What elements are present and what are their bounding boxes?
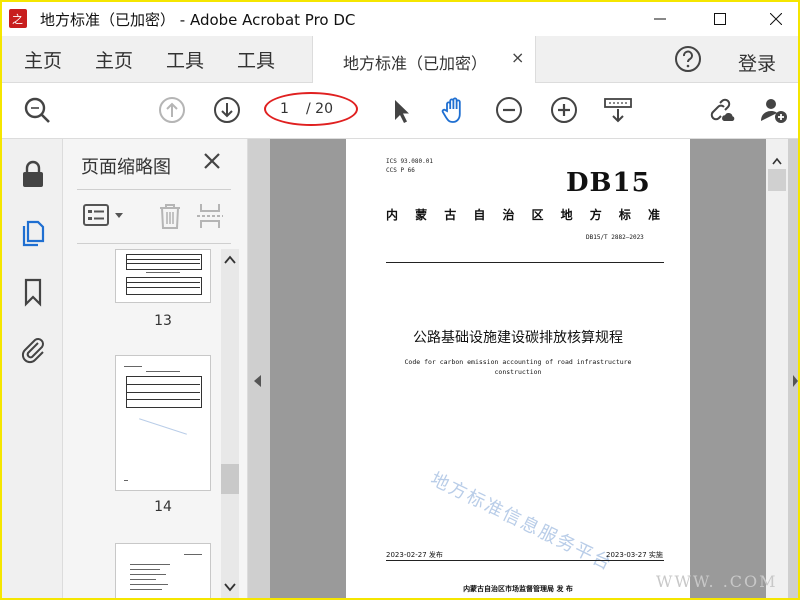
svg-text:之: 之	[12, 12, 23, 26]
select-cursor-icon[interactable]	[386, 95, 416, 125]
share-link-icon[interactable]	[706, 95, 736, 125]
panel-title: 页面缩略图	[81, 157, 171, 178]
scroll-up-icon[interactable]	[224, 255, 236, 265]
thumbnail-line	[126, 384, 200, 385]
add-user-icon[interactable]	[759, 95, 789, 125]
thumbnail-line	[126, 399, 200, 400]
document-tab-close-button[interactable]: ×	[511, 48, 524, 67]
expand-panel-arrow[interactable]	[793, 375, 798, 387]
ics-line: ICS 93.080.01	[386, 158, 433, 165]
thumbnail-line	[126, 259, 200, 260]
effective-date: 2023-03-27 实施	[606, 551, 663, 559]
thumbnail-line	[146, 371, 180, 372]
thumbnail-line	[130, 589, 162, 590]
zoom-in-icon[interactable]	[549, 95, 579, 125]
app-window: 之 地方标准（已加密） - Adobe Acrobat Pro DC 主页 主页…	[0, 0, 800, 600]
thumbnail-line	[126, 287, 200, 288]
login-button[interactable]: 登录	[738, 49, 776, 76]
hand-tool-icon[interactable]	[439, 95, 469, 125]
page-thumbnail-14[interactable]	[115, 355, 211, 491]
thumbnail-scroll-thumb[interactable]	[221, 464, 239, 494]
annotation-ellipse	[264, 92, 358, 126]
page-margin-left	[270, 139, 346, 598]
document-viewer[interactable]: ICS 93.080.01 CCS P 66 DB15 内 蒙 古 自 治 区 …	[248, 139, 798, 598]
publisher: 内蒙古自治区市场监督管理局 发 布	[463, 585, 573, 593]
window-title: 地方标准（已加密） - Adobe Acrobat Pro DC	[40, 11, 356, 29]
standard-number: DB15/T 2882—2023	[586, 234, 644, 241]
attachment-icon[interactable]	[18, 334, 48, 364]
zoom-out-icon[interactable]	[494, 95, 524, 125]
delete-page-icon[interactable]	[155, 201, 185, 231]
thumbnails-panel: 页面缩略图 13 14	[63, 139, 248, 598]
tab-home[interactable]: 主页	[24, 46, 62, 73]
thumbnail-line	[124, 366, 142, 367]
page-thumbnails-icon[interactable]	[18, 217, 48, 247]
document-scrollbar[interactable]	[766, 139, 788, 598]
thumbnail-line	[126, 282, 200, 283]
collapse-panel-arrow[interactable]	[254, 375, 261, 387]
thumbnail-line	[130, 579, 156, 580]
tab-home-2[interactable]: 主页	[95, 46, 133, 73]
ccs-line: CCS P 66	[386, 167, 415, 174]
issue-date: 2023-02-27 发布	[386, 551, 443, 559]
help-icon[interactable]	[674, 45, 702, 73]
site-logo: 之	[8, 8, 34, 30]
extract-page-icon[interactable]	[195, 201, 225, 231]
previous-page-icon[interactable]	[157, 95, 187, 125]
document-title-cn: 公路基础设施建设碳排放核算规程	[413, 330, 623, 346]
bookmark-icon[interactable]	[18, 277, 48, 307]
lock-icon[interactable]	[18, 159, 48, 189]
maximize-button[interactable]	[698, 2, 742, 36]
thumbnail-watermark	[139, 418, 187, 435]
document-tab-label: 地方标准（已加密）	[343, 54, 488, 73]
thumbnail-line	[130, 584, 168, 585]
thumbnail-line	[146, 272, 180, 273]
left-rail	[2, 139, 63, 598]
thumbnail-line	[126, 392, 200, 393]
scroll-up-icon[interactable]	[772, 157, 782, 165]
thumbnail-table	[126, 254, 202, 270]
tab-tools-2[interactable]: 工具	[237, 46, 275, 73]
tab-tools[interactable]: 工具	[166, 46, 204, 73]
thumbnail-line	[130, 569, 160, 570]
thumbnail-label-13: 13	[154, 313, 172, 329]
minimize-button[interactable]	[638, 2, 682, 36]
document-scroll-thumb[interactable]	[768, 169, 786, 191]
minimize-icon	[654, 18, 666, 20]
close-icon	[770, 13, 782, 25]
maximize-icon	[714, 13, 726, 25]
thumbnail-table	[126, 277, 202, 295]
document-tab[interactable]: 地方标准（已加密） ×	[312, 36, 536, 83]
close-window-button[interactable]	[754, 2, 798, 36]
scroll-down-icon[interactable]	[224, 582, 236, 592]
ics-code: ICS 93.080.01 CCS P 66	[386, 157, 433, 175]
thumbnail-label-14: 14	[154, 499, 172, 515]
thumbnail-options-icon[interactable]	[83, 201, 127, 231]
thumbnail-line	[130, 564, 170, 565]
thumbnail-line	[126, 263, 200, 264]
thumbnail-line	[184, 554, 202, 555]
standard-code: DB15	[566, 168, 651, 198]
panel-divider	[77, 189, 231, 190]
pdf-page: ICS 93.080.01 CCS P 66 DB15 内 蒙 古 自 治 区 …	[346, 139, 690, 598]
document-title-en: Code for carbon emission accounting of r…	[404, 358, 632, 376]
keyboard-scroll-icon[interactable]	[603, 95, 633, 125]
close-panel-icon[interactable]	[201, 150, 223, 172]
next-page-icon[interactable]	[212, 95, 242, 125]
corner-watermark: WWW. .COM	[656, 572, 778, 591]
page-thumbnail-13[interactable]	[115, 249, 211, 303]
header-rule	[386, 262, 664, 263]
tab-bar: 主页 主页 工具 工具 地方标准（已加密） × 登录	[2, 36, 798, 83]
toolbar: 1 / 20	[2, 83, 798, 139]
thumbnail-scrollbar[interactable]	[221, 249, 239, 598]
page-thumbnail-15[interactable]	[115, 543, 211, 598]
thumbnail-line	[124, 480, 128, 481]
footer-rule	[386, 560, 664, 561]
title-bar: 之 地方标准（已加密） - Adobe Acrobat Pro DC	[2, 2, 798, 36]
thumbnail-line	[130, 574, 166, 575]
panel-divider-2	[77, 243, 231, 244]
page-margin-right	[690, 139, 766, 598]
zoom-search-icon[interactable]	[22, 95, 52, 125]
standard-heading: 内 蒙 古 自 治 区 地 方 标 准	[386, 208, 666, 222]
